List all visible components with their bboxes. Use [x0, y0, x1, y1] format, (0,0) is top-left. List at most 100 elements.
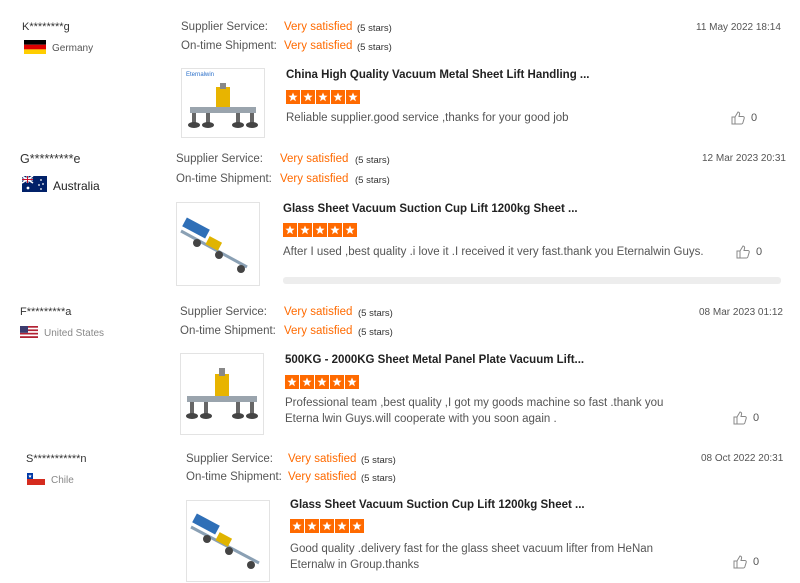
review-card: G*********e Australia Supplier Service: …	[0, 145, 800, 290]
supplier-service-value: Very satisfied	[284, 306, 353, 318]
shipment-label: On-time Shipment:	[186, 471, 282, 483]
like-count: 0	[753, 556, 760, 568]
rating-stars	[283, 223, 357, 237]
star-icon	[330, 375, 344, 389]
product-title-link[interactable]: China High Quality Vacuum Metal Sheet Li…	[286, 69, 590, 81]
thumbs-up-icon	[731, 111, 745, 125]
star-icon	[286, 90, 300, 104]
product-thumbnail[interactable]: Eternalwin	[181, 68, 265, 138]
review-card: K********g Germany Supplier Service: Ver…	[0, 0, 800, 145]
shipment-stars: (5 stars)	[361, 473, 396, 484]
reviewer-name: K********g	[22, 21, 70, 33]
like-button[interactable]: 0	[733, 555, 759, 569]
shipment-value: Very satisfied	[284, 325, 353, 337]
reviewer-name: G*********e	[20, 152, 81, 166]
review-comment: After I used ,best quality .i love it .I…	[283, 246, 704, 258]
rating-stars	[290, 519, 364, 533]
star-icon	[290, 519, 304, 533]
product-title-link[interactable]: Glass Sheet Vacuum Suction Cup Lift 1200…	[290, 499, 585, 511]
product-thumbnail[interactable]	[180, 353, 264, 435]
star-icon	[285, 375, 299, 389]
supplier-service-value: Very satisfied	[284, 21, 353, 33]
star-icon	[300, 375, 314, 389]
like-button[interactable]: 0	[731, 111, 757, 125]
country-name: United States	[44, 328, 105, 339]
review-date: 08 Mar 2023 01:12	[699, 307, 783, 318]
shipment-value: Very satisfied	[288, 471, 357, 483]
star-icon	[335, 519, 349, 533]
vacuum-lifter-image	[188, 83, 258, 128]
country-name: Germany	[52, 43, 94, 54]
star-icon	[316, 90, 330, 104]
star-icon	[315, 375, 329, 389]
reviewer-name: S***********n	[26, 453, 87, 465]
star-icon	[343, 223, 357, 237]
supplier-service-label: Supplier Service:	[176, 153, 263, 165]
glass-lifter-image	[190, 513, 260, 569]
product-title-link[interactable]: 500KG - 2000KG Sheet Metal Panel Plate V…	[285, 354, 584, 366]
review-comment: Good quality .delivery fast for the glas…	[290, 543, 654, 571]
star-icon	[328, 223, 342, 237]
supplier-service-label: Supplier Service:	[181, 21, 268, 33]
germany-flag-icon	[24, 40, 46, 57]
star-icon	[305, 519, 319, 533]
shipment-label: On-time Shipment:	[181, 40, 277, 52]
country-name: Chile	[51, 475, 74, 486]
shipment-label: On-time Shipment:	[180, 325, 276, 337]
shipment-stars: (5 stars)	[357, 42, 392, 53]
shipment-label: On-time Shipment:	[176, 173, 272, 185]
star-icon	[350, 519, 364, 533]
star-icon	[313, 223, 327, 237]
reviewer-country: Australia	[21, 175, 100, 195]
supplier-service-stars: (5 stars)	[355, 155, 390, 166]
reviewer-country: Germany	[24, 40, 93, 57]
like-button[interactable]: 0	[736, 245, 762, 259]
review-card: F*********a United States Supplier Servi…	[0, 298, 800, 438]
star-icon	[345, 375, 359, 389]
reviewer-country: Chile	[27, 473, 74, 488]
supplier-service-value: Very satisfied	[280, 153, 349, 165]
rating-stars	[285, 375, 359, 389]
usa-flag-icon	[20, 326, 38, 341]
product-thumbnail[interactable]	[186, 500, 270, 582]
supplier-service-stars: (5 stars)	[361, 455, 396, 466]
like-count: 0	[751, 112, 758, 124]
review-date: 12 Mar 2023 20:31	[702, 153, 786, 164]
reviewer-name: F*********a	[20, 306, 72, 318]
review-card: S***********n Chile Supplier Service: Ve…	[0, 445, 800, 583]
star-icon	[283, 223, 297, 237]
vacuum-lifter-image	[186, 368, 258, 419]
star-icon	[320, 519, 334, 533]
like-count: 0	[756, 246, 763, 258]
like-count: 0	[753, 412, 760, 424]
star-icon	[298, 223, 312, 237]
review-date: 11 May 2022 18:14	[696, 22, 781, 33]
shipment-value: Very satisfied	[284, 40, 353, 52]
supplier-service-stars: (5 stars)	[357, 23, 392, 34]
product-title-link[interactable]: Glass Sheet Vacuum Suction Cup Lift 1200…	[283, 203, 578, 215]
horizontal-scrollbar[interactable]	[283, 277, 781, 284]
supplier-service-value: Very satisfied	[288, 453, 357, 465]
review-date: 08 Oct 2022 20:31	[701, 453, 784, 464]
australia-flag-icon	[21, 175, 47, 195]
shipment-value: Very satisfied	[280, 173, 349, 185]
star-icon	[301, 90, 315, 104]
supplier-service-label: Supplier Service:	[186, 453, 273, 465]
thumbs-up-icon	[736, 245, 750, 259]
star-icon	[331, 90, 345, 104]
review-comment: Reliable supplier.good service ,thanks f…	[286, 112, 569, 124]
thumbs-up-icon	[733, 555, 747, 569]
star-icon	[346, 90, 360, 104]
brand-logo: Eternalwin	[186, 72, 215, 78]
reviewer-country: United States	[20, 326, 104, 341]
product-thumbnail[interactable]	[176, 202, 260, 286]
shipment-stars: (5 stars)	[358, 327, 393, 338]
thumbs-up-icon	[733, 411, 747, 425]
review-comment: Professional team ,best quality ,I got m…	[285, 397, 664, 425]
shipment-stars: (5 stars)	[355, 175, 390, 186]
supplier-service-stars: (5 stars)	[358, 308, 393, 319]
glass-lifter-image	[180, 217, 248, 273]
supplier-service-label: Supplier Service:	[180, 306, 267, 318]
country-name: Australia	[53, 178, 100, 193]
like-button[interactable]: 0	[733, 411, 759, 425]
